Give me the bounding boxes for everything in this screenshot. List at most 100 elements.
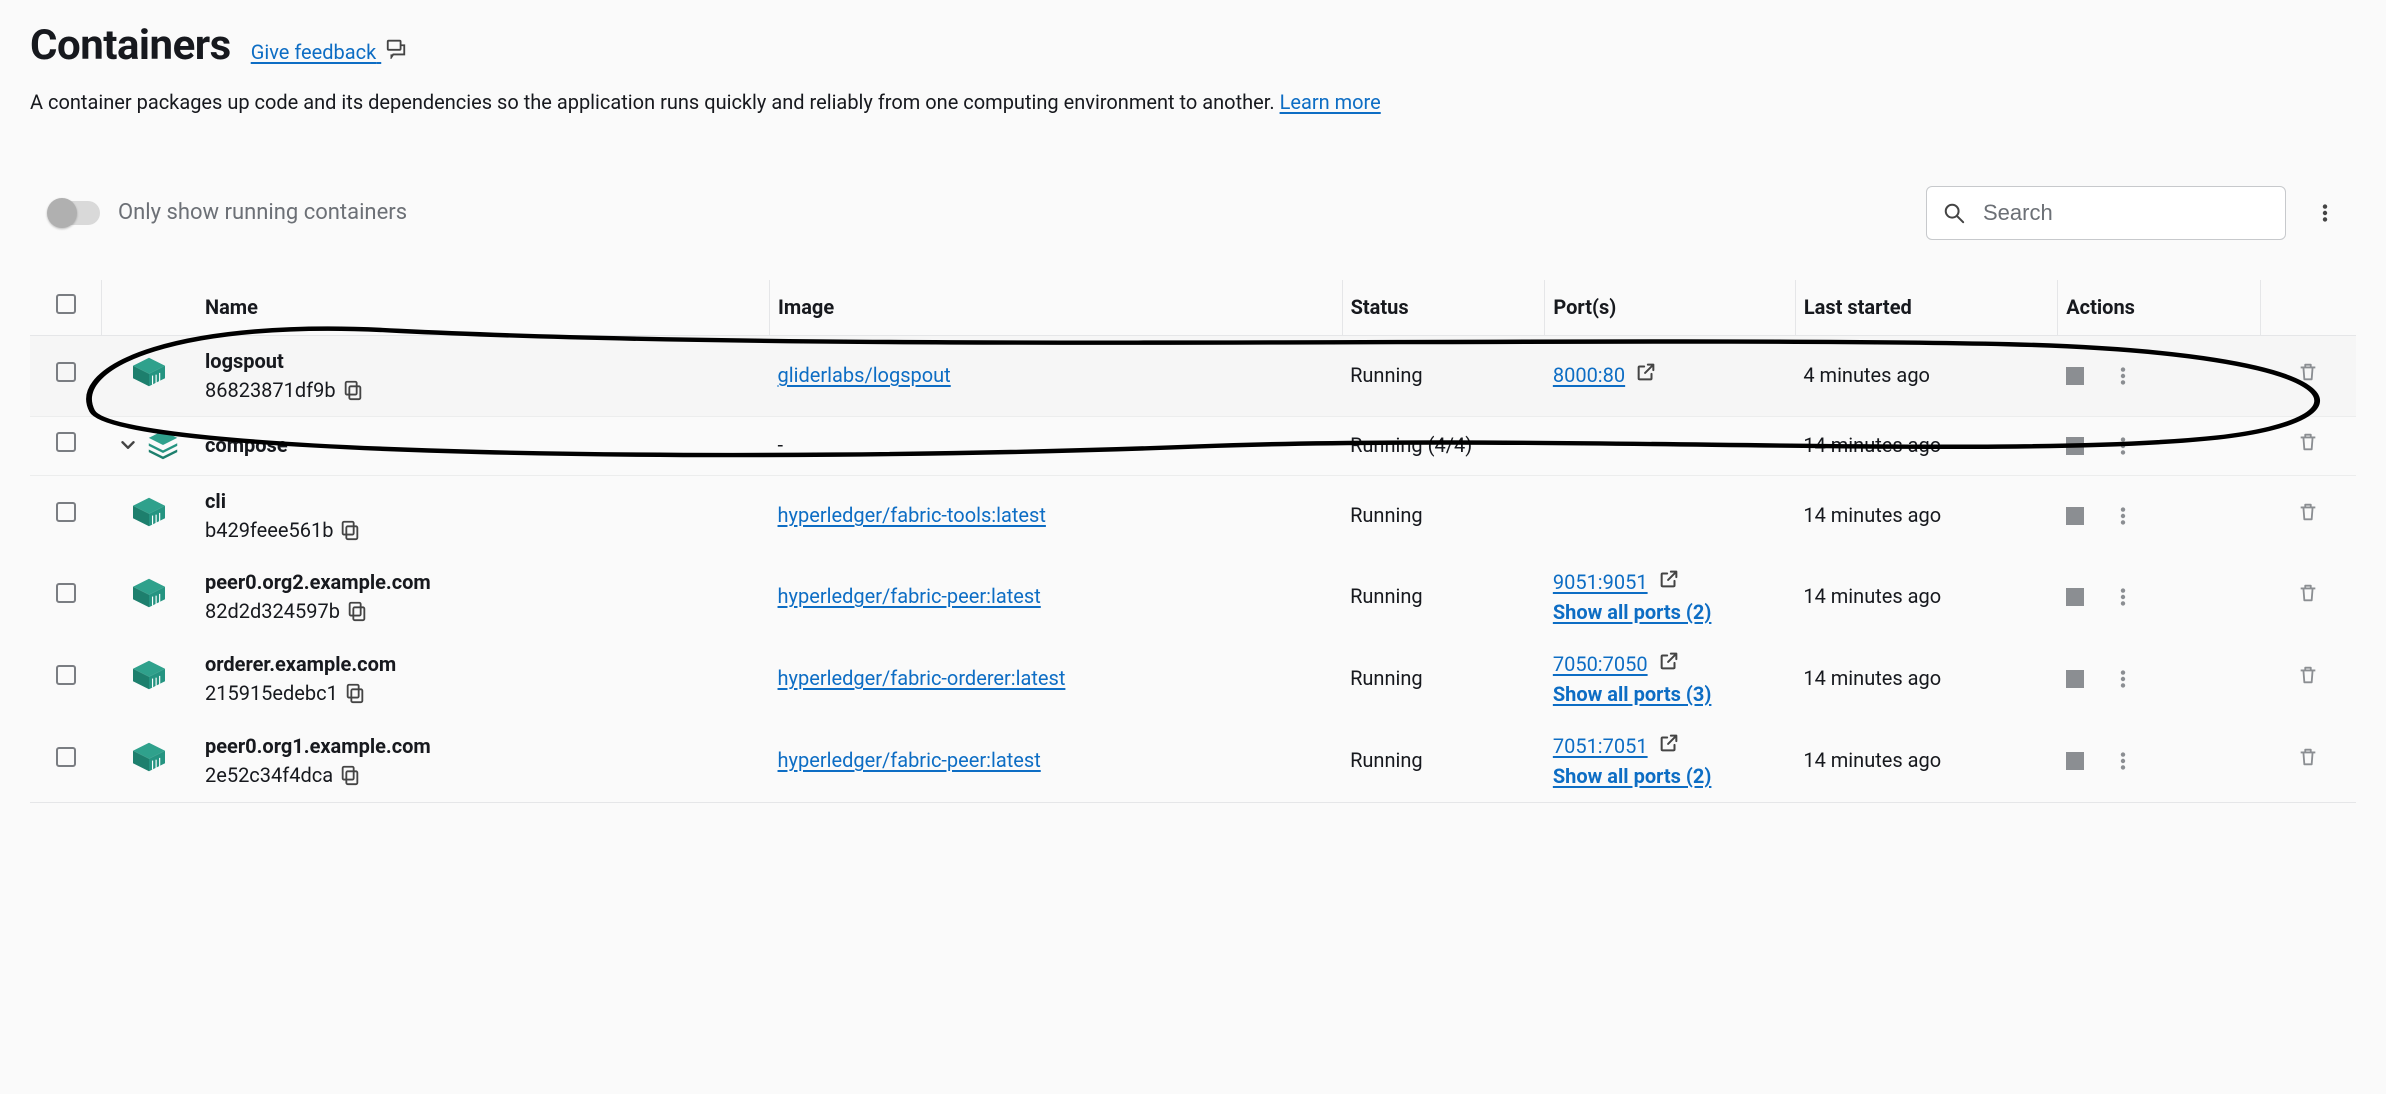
col-ports[interactable]: Port(s)	[1545, 280, 1795, 336]
stop-icon	[2066, 752, 2084, 770]
stop-button[interactable]	[2066, 437, 2084, 455]
stack-icon	[145, 429, 181, 461]
delete-button[interactable]	[2297, 746, 2319, 768]
port-link[interactable]: 9051:9051	[1553, 569, 1648, 596]
copy-icon	[339, 519, 361, 541]
vertical-dots-icon	[2112, 435, 2134, 457]
col-actions: Actions	[2058, 280, 2261, 336]
vertical-dots-icon	[2112, 505, 2134, 527]
table-row[interactable]: logspout86823871df9bgliderlabs/logspoutR…	[30, 335, 2356, 416]
external-link-icon[interactable]	[1635, 361, 1657, 390]
external-link-icon[interactable]	[1658, 568, 1680, 597]
container-icon	[131, 496, 167, 528]
container-name: peer0.org2.example.com	[205, 569, 762, 596]
stop-button[interactable]	[2066, 367, 2084, 385]
port-link[interactable]: 8000:80	[1553, 362, 1625, 389]
give-feedback-link[interactable]: Give feedback	[251, 37, 408, 66]
delete-button[interactable]	[2297, 431, 2319, 453]
stop-button[interactable]	[2066, 588, 2084, 606]
vertical-dots-icon	[2112, 668, 2134, 690]
container-icon	[131, 577, 167, 609]
external-link-icon[interactable]	[1658, 650, 1680, 679]
image-name: -	[778, 433, 784, 457]
last-started: 4 minutes ago	[1803, 363, 1930, 387]
delete-button[interactable]	[2297, 361, 2319, 383]
col-name[interactable]: Name	[197, 280, 770, 336]
page-subtitle: A container packages up code and its dep…	[30, 89, 2356, 116]
stop-icon	[2066, 437, 2084, 455]
copy-hash-button[interactable]	[342, 379, 364, 401]
col-last-started[interactable]: Last started	[1795, 280, 2057, 336]
show-all-ports-link[interactable]: Show all ports (3)	[1553, 681, 1787, 708]
copy-hash-button[interactable]	[344, 682, 366, 704]
row-menu-button[interactable]	[2112, 586, 2134, 608]
status-text: Running	[1350, 584, 1423, 608]
stop-icon	[2066, 670, 2084, 688]
table-row[interactable]: compose-Running (4/4)14 minutes ago	[30, 416, 2356, 475]
image-link[interactable]: gliderlabs/logspout	[778, 363, 951, 387]
stop-button[interactable]	[2066, 752, 2084, 770]
row-checkbox[interactable]	[56, 583, 76, 603]
search-input[interactable]	[1981, 199, 2273, 227]
last-started: 14 minutes ago	[1803, 584, 1941, 608]
row-checkbox[interactable]	[56, 362, 76, 382]
copy-hash-button[interactable]	[339, 764, 361, 786]
image-link[interactable]: hyperledger/fabric-peer:latest	[778, 748, 1041, 772]
image-link[interactable]: hyperledger/fabric-orderer:latest	[778, 666, 1066, 690]
port-link[interactable]: 7050:7050	[1553, 651, 1648, 678]
stop-button[interactable]	[2066, 507, 2084, 525]
row-checkbox[interactable]	[56, 432, 76, 452]
container-name: peer0.org1.example.com	[205, 733, 762, 760]
copy-icon	[344, 682, 366, 704]
select-all-checkbox[interactable]	[56, 294, 76, 314]
running-only-toggle[interactable]	[50, 201, 100, 225]
external-link-icon	[1658, 732, 1680, 754]
table-row[interactable]: peer0.org2.example.com82d2d324597b hyperl…	[30, 556, 2356, 638]
stop-button[interactable]	[2066, 670, 2084, 688]
status-text: Running	[1350, 748, 1423, 772]
col-image[interactable]: Image	[770, 280, 1343, 336]
external-link-icon[interactable]	[1658, 732, 1680, 761]
learn-more-link[interactable]: Learn more	[1280, 90, 1381, 114]
container-hash: 86823871df9b	[205, 377, 336, 404]
container-icon	[131, 659, 167, 691]
copy-hash-button[interactable]	[339, 519, 361, 541]
delete-button[interactable]	[2297, 664, 2319, 686]
show-all-ports-link[interactable]: Show all ports (2)	[1553, 599, 1787, 626]
container-hash: 82d2d324597b	[205, 598, 340, 625]
copy-icon	[339, 764, 361, 786]
copy-hash-button[interactable]	[346, 600, 368, 622]
row-checkbox[interactable]	[56, 747, 76, 767]
vertical-dots-icon	[2314, 202, 2336, 224]
image-link[interactable]: hyperledger/fabric-tools:latest	[778, 503, 1046, 527]
delete-button[interactable]	[2297, 582, 2319, 604]
trash-icon	[2297, 664, 2319, 686]
table-row[interactable]: orderer.example.com215915edebc1hyperledg…	[30, 638, 2356, 720]
status-text: Running (4/4)	[1350, 433, 1472, 457]
last-started: 14 minutes ago	[1803, 748, 1941, 772]
table-row[interactable]: clib429feee561bhyperledger/fabric-tools:…	[30, 475, 2356, 556]
search-icon	[1943, 202, 1965, 224]
image-link[interactable]: hyperledger/fabric-peer:latest	[778, 584, 1041, 608]
search-box[interactable]	[1926, 186, 2286, 240]
container-hash: b429feee561b	[205, 517, 333, 544]
external-link-icon	[1635, 361, 1657, 383]
trash-icon	[2297, 431, 2319, 453]
table-menu-button[interactable]	[2314, 202, 2336, 224]
port-link[interactable]: 7051:7051	[1553, 733, 1648, 760]
row-menu-button[interactable]	[2112, 505, 2134, 527]
expand-toggle[interactable]	[117, 434, 139, 456]
table-row[interactable]: peer0.org1.example.com2e52c34f4dcahyperl…	[30, 720, 2356, 803]
row-checkbox[interactable]	[56, 502, 76, 522]
row-checkbox[interactable]	[56, 665, 76, 685]
last-started: 14 minutes ago	[1803, 503, 1941, 527]
row-menu-button[interactable]	[2112, 435, 2134, 457]
row-menu-button[interactable]	[2112, 365, 2134, 387]
row-menu-button[interactable]	[2112, 668, 2134, 690]
col-status[interactable]: Status	[1342, 280, 1545, 336]
delete-button[interactable]	[2297, 501, 2319, 523]
vertical-dots-icon	[2112, 750, 2134, 772]
show-all-ports-link[interactable]: Show all ports (2)	[1553, 763, 1787, 790]
stop-icon	[2066, 588, 2084, 606]
row-menu-button[interactable]	[2112, 750, 2134, 772]
